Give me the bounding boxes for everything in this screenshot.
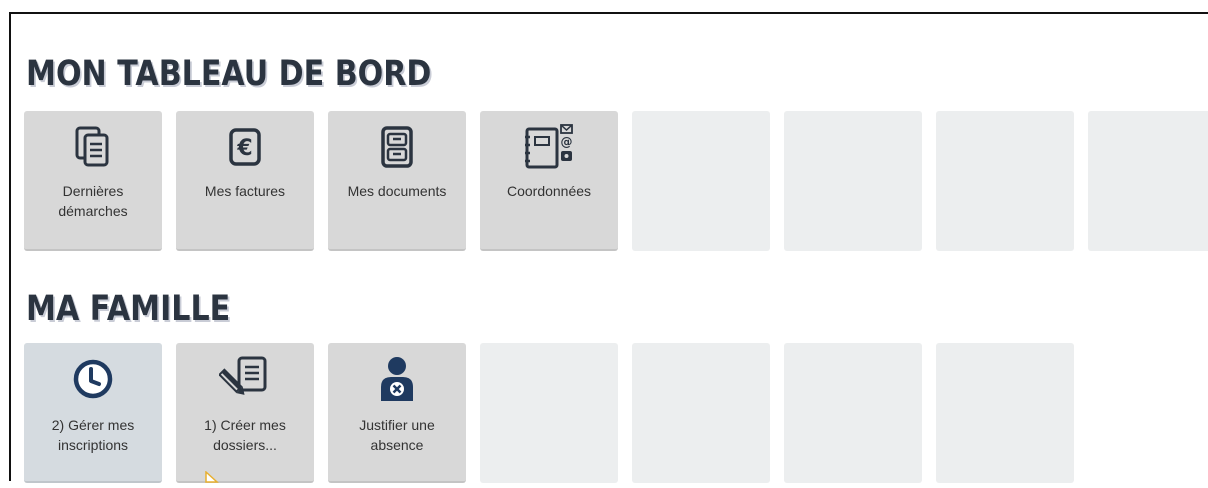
tile-label: Justifier une absence: [359, 417, 435, 453]
tile-justifier-absence[interactable]: Justifier une absence: [328, 343, 466, 483]
family-title: MA FAMILLE: [26, 289, 231, 329]
empty-tile: [936, 111, 1074, 251]
tile-label: 1) Créer mes dossiers...: [204, 417, 286, 453]
user-absence-icon: [377, 357, 417, 401]
tile-label: Dernières démarches: [58, 183, 128, 219]
svg-text:€: €: [236, 136, 252, 161]
empty-tile: [784, 343, 922, 483]
tile-label: Mes factures: [204, 183, 286, 199]
tile-gerer-inscriptions[interactable]: 2) Gérer mes inscriptions: [24, 343, 162, 483]
pencil-document-icon: [219, 356, 271, 401]
euro-icon: €: [228, 125, 262, 169]
tile-dernieres-demarches[interactable]: Dernières démarches: [24, 111, 162, 251]
empty-tile: [632, 343, 770, 483]
empty-tile: [936, 343, 1074, 483]
empty-tile: [480, 343, 618, 483]
filing-cabinet-icon: [380, 125, 414, 169]
address-book-icon: @: [523, 124, 575, 169]
dashboard-tiles: Dernières démarches € Mes factures Mes d…: [24, 111, 1208, 251]
tile-mes-documents[interactable]: Mes documents: [328, 111, 466, 251]
mouse-cursor-icon: [205, 470, 225, 488]
tile-mes-factures[interactable]: € Mes factures: [176, 111, 314, 251]
empty-tile: [632, 111, 770, 251]
document-list-icon: [75, 125, 111, 169]
clock-icon: [72, 357, 114, 401]
dashboard-title: MON TABLEAU DE BORD: [26, 54, 432, 94]
tile-creer-dossiers[interactable]: 1) Créer mes dossiers...: [176, 343, 314, 483]
tile-coordonnees[interactable]: @ Coordonnées: [480, 111, 618, 251]
tile-label: Coordonnées: [506, 183, 592, 199]
svg-text:@: @: [561, 135, 573, 149]
family-tiles: 2) Gérer mes inscriptions 1) Créer mes d…: [24, 343, 1074, 483]
tile-label: Mes documents: [347, 183, 447, 199]
tile-label: 2) Gérer mes inscriptions: [51, 417, 135, 453]
empty-tile: [784, 111, 922, 251]
empty-tile: [1088, 111, 1208, 251]
